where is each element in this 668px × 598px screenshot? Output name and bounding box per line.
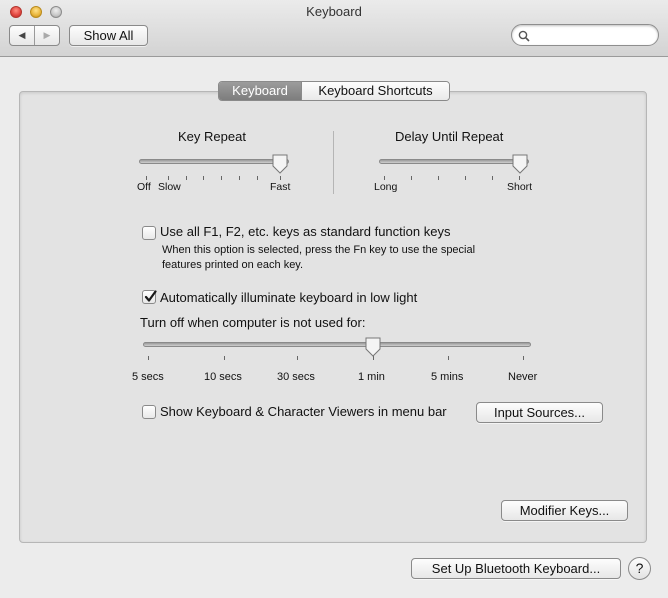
- illuminate-checkbox[interactable]: [142, 290, 157, 304]
- function-keys-checkbox[interactable]: [142, 226, 156, 240]
- back-forward-control: ◀ ▶: [9, 25, 60, 46]
- question-mark-icon: ?: [635, 560, 644, 576]
- turn-off-tick-10-secs: 10 secs: [204, 371, 242, 383]
- turn-off-label: Turn off when computer is not used for:: [140, 315, 366, 330]
- slider-tick: [519, 176, 520, 180]
- delay-slider-track[interactable]: [379, 159, 529, 164]
- tab-bar: Keyboard Keyboard Shortcuts: [218, 81, 450, 101]
- slider-tick: [280, 176, 281, 180]
- slider-tick: [438, 176, 439, 180]
- slider-tick: [203, 176, 204, 180]
- slider-tick: [411, 176, 412, 180]
- back-button[interactable]: ◀: [10, 26, 34, 45]
- vertical-divider: [333, 131, 334, 194]
- viewers-label[interactable]: Show Keyboard & Character Viewers in men…: [160, 404, 447, 419]
- slider-tick: [448, 356, 449, 360]
- viewers-checkbox[interactable]: [142, 405, 156, 419]
- turn-off-tick-1-min: 1 min: [358, 371, 385, 383]
- slider-tick: [146, 176, 147, 180]
- chevron-left-icon: ◀: [18, 30, 26, 40]
- function-keys-note: When this option is selected, press the …: [162, 244, 476, 271]
- window-toolbar: Keyboard ◀ ▶ Show All: [0, 0, 668, 57]
- slider-tick: [384, 176, 385, 180]
- key-repeat-label-slow: Slow: [158, 181, 181, 193]
- turn-off-tick-5-mins: 5 mins: [431, 371, 464, 383]
- delay-slider-knob[interactable]: [511, 154, 529, 174]
- chevron-right-icon: ▶: [43, 30, 51, 40]
- slider-tick: [465, 176, 466, 180]
- slider-tick: [168, 176, 169, 180]
- help-button[interactable]: ?: [628, 557, 651, 580]
- delay-until-repeat-title: Delay Until Repeat: [395, 129, 504, 144]
- slider-tick: [523, 356, 524, 360]
- tab-keyboard[interactable]: Keyboard: [219, 82, 301, 100]
- delay-label-long: Long: [374, 181, 398, 193]
- slider-tick: [297, 356, 298, 360]
- key-repeat-title: Key Repeat: [178, 129, 246, 144]
- input-sources-button[interactable]: Input Sources...: [476, 402, 603, 423]
- slider-tick: [224, 356, 225, 360]
- turn-off-tick-5-secs: 5 secs: [132, 371, 164, 383]
- window-title: Keyboard: [306, 4, 362, 19]
- key-repeat-label-off: Off: [137, 181, 151, 193]
- key-repeat-slider-track[interactable]: [139, 159, 289, 164]
- illuminate-label[interactable]: Automatically illuminate keyboard in low…: [160, 290, 417, 305]
- turn-off-tick-30-secs: 30 secs: [277, 371, 315, 383]
- search-icon: [518, 30, 530, 42]
- checkmark-icon: [144, 290, 157, 302]
- tab-keyboard-shortcuts[interactable]: Keyboard Shortcuts: [301, 82, 449, 100]
- slider-tick: [257, 176, 258, 180]
- turn-off-tick-never: Never: [508, 371, 538, 383]
- forward-button[interactable]: ▶: [34, 26, 59, 45]
- delay-label-short: Short: [507, 181, 533, 193]
- key-repeat-label-fast: Fast: [270, 181, 291, 193]
- slider-tick: [239, 176, 240, 180]
- show-all-button[interactable]: Show All: [69, 25, 148, 46]
- function-keys-label[interactable]: Use all F1, F2, etc. keys as standard fu…: [160, 224, 450, 239]
- key-repeat-slider-knob[interactable]: [271, 154, 289, 174]
- slider-tick: [492, 176, 493, 180]
- slider-tick: [148, 356, 149, 360]
- slider-tick: [186, 176, 187, 180]
- search-field[interactable]: [511, 24, 659, 46]
- turn-off-slider-knob[interactable]: [364, 337, 382, 357]
- modifier-keys-button[interactable]: Modifier Keys...: [501, 500, 628, 521]
- turn-off-slider-track[interactable]: [143, 342, 531, 347]
- slider-tick: [221, 176, 222, 180]
- set-up-bluetooth-keyboard-button[interactable]: Set Up Bluetooth Keyboard...: [411, 558, 621, 579]
- search-input[interactable]: [531, 27, 651, 43]
